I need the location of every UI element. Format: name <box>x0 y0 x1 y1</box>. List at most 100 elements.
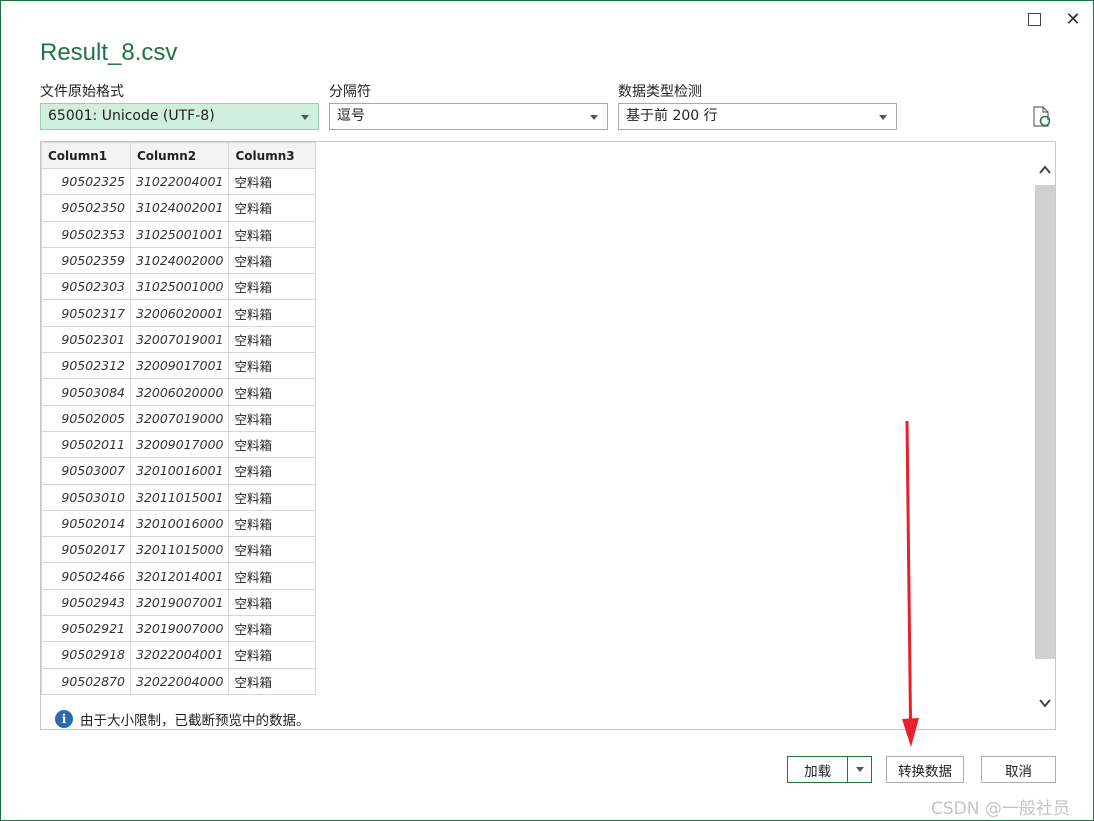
table-cell[interactable]: 空料箱 <box>228 667 317 695</box>
table-cell[interactable]: 31025001000 <box>129 273 230 301</box>
table-cell[interactable]: 32011015000 <box>129 536 230 564</box>
table-row: 90502005 32007019000 空料箱 <box>41 404 317 432</box>
table-cell[interactable]: 空料箱 <box>228 430 317 459</box>
table-cell[interactable]: 90502301 <box>41 325 131 354</box>
table-row: 90503007 32010016001 空料箱 <box>41 457 317 485</box>
table-cell[interactable]: 32009017000 <box>129 430 230 459</box>
chevron-down-icon <box>879 115 887 120</box>
vertical-scrollbar[interactable] <box>1035 159 1055 714</box>
table-cell[interactable]: 32007019001 <box>129 325 230 354</box>
maximize-icon <box>1027 12 1041 26</box>
table-cell[interactable]: 31024002000 <box>129 246 230 275</box>
table-cell[interactable]: 空料箱 <box>228 483 317 511</box>
table-cell[interactable]: 空料箱 <box>228 457 317 485</box>
table-row: 90502870 32022004000 空料箱 <box>41 667 317 695</box>
table-cell[interactable]: 90502303 <box>41 273 131 301</box>
table-cell[interactable]: 空料箱 <box>228 352 317 380</box>
column-header[interactable]: Column2 <box>129 142 230 169</box>
header-row: Column1 Column2 Column3 <box>41 142 317 169</box>
table-cell[interactable]: 90502014 <box>41 509 131 538</box>
delimiter-value: 逗号 <box>337 108 365 124</box>
chevron-up-icon[interactable] <box>1038 163 1052 177</box>
table-cell[interactable]: 空料箱 <box>228 641 317 669</box>
table-cell[interactable]: 90502011 <box>41 430 131 459</box>
table-cell[interactable]: 空料箱 <box>228 588 317 617</box>
type-detection-value: 基于前 200 行 <box>626 108 718 124</box>
table-cell[interactable]: 90502359 <box>41 246 131 275</box>
table-row: 90503010 32011015001 空料箱 <box>41 483 317 511</box>
delimiter-dropdown[interactable]: 逗号 <box>329 103 608 130</box>
table-row: 90502011 32009017000 空料箱 <box>41 430 317 459</box>
load-button[interactable]: 加载 <box>787 756 872 783</box>
import-dialog: ✕ Result_8.csv 文件原始格式 65001: Unicode (UT… <box>0 0 1094 821</box>
table-cell[interactable]: 32012014001 <box>129 562 230 590</box>
table-cell[interactable]: 空料箱 <box>228 615 317 643</box>
table-cell[interactable]: 90502005 <box>41 404 131 432</box>
table-cell[interactable]: 90502921 <box>41 615 131 643</box>
table-cell[interactable]: 32010016000 <box>129 509 230 538</box>
chevron-down-icon[interactable] <box>1038 696 1052 710</box>
table-cell[interactable]: 31022004001 <box>129 167 230 196</box>
table-cell[interactable]: 32019007001 <box>129 588 230 617</box>
table-cell[interactable]: 90502312 <box>41 352 131 380</box>
table-cell[interactable]: 空料箱 <box>228 404 317 432</box>
watermark: CSDN @一般社员 <box>931 799 1070 819</box>
table-cell[interactable]: 90503007 <box>41 457 131 485</box>
table-cell[interactable]: 32010016001 <box>129 457 230 485</box>
refresh-file-icon[interactable] <box>1032 106 1052 128</box>
table-cell[interactable]: 空料箱 <box>228 273 317 301</box>
table-row: 90502943 32019007001 空料箱 <box>41 588 317 617</box>
table-row: 90502353 31025001001 空料箱 <box>41 220 317 248</box>
table-row: 90502301 32007019001 空料箱 <box>41 325 317 354</box>
table-cell[interactable]: 32007019000 <box>129 404 230 432</box>
column-header[interactable]: Column1 <box>41 142 131 169</box>
close-icon: ✕ <box>1065 8 1081 30</box>
table-row: 90502312 32009017001 空料箱 <box>41 352 317 380</box>
table-cell[interactable]: 空料箱 <box>228 299 317 327</box>
table-cell[interactable]: 空料箱 <box>228 194 317 222</box>
table-cell[interactable]: 32006020001 <box>129 299 230 327</box>
table-row: 90502303 31025001000 空料箱 <box>41 273 317 301</box>
table-cell[interactable]: 空料箱 <box>228 325 317 354</box>
table-cell[interactable]: 90503084 <box>41 378 131 406</box>
maximize-button[interactable] <box>1019 7 1049 31</box>
dialog-title: Result_8.csv <box>40 39 178 66</box>
chevron-down-icon <box>590 115 598 120</box>
type-detection-dropdown[interactable]: 基于前 200 行 <box>618 103 897 130</box>
scrollbar-thumb[interactable] <box>1035 185 1055 659</box>
table-row: 90502359 31024002000 空料箱 <box>41 246 317 275</box>
table-cell[interactable]: 90502325 <box>41 167 131 196</box>
chevron-down-icon <box>855 767 864 772</box>
file-origin-dropdown[interactable]: 65001: Unicode (UTF-8) <box>40 103 319 130</box>
table-cell[interactable]: 32019007000 <box>129 615 230 643</box>
truncation-notice: i 由于大小限制，已截断预览中的数据。 <box>55 709 310 729</box>
table-cell[interactable]: 90502918 <box>41 641 131 669</box>
table-cell[interactable]: 32022004000 <box>129 667 230 695</box>
table-cell[interactable]: 空料箱 <box>228 246 317 275</box>
table-cell[interactable]: 空料箱 <box>228 378 317 406</box>
table-cell[interactable]: 90502317 <box>41 299 131 327</box>
column-header[interactable]: Column3 <box>228 142 317 169</box>
table-cell[interactable]: 90502466 <box>41 562 131 590</box>
table-cell[interactable]: 90502017 <box>41 536 131 564</box>
table-cell[interactable]: 90502870 <box>41 667 131 695</box>
table-cell[interactable]: 90503010 <box>41 483 131 511</box>
table-cell[interactable]: 32006020000 <box>129 378 230 406</box>
table-cell[interactable]: 90502350 <box>41 194 131 222</box>
close-button[interactable]: ✕ <box>1058 7 1088 31</box>
table-cell[interactable]: 空料箱 <box>228 562 317 590</box>
table-cell[interactable]: 90502943 <box>41 588 131 617</box>
table-cell[interactable]: 31025001001 <box>129 220 230 248</box>
table-cell[interactable]: 空料箱 <box>228 167 317 196</box>
load-options-toggle[interactable] <box>847 757 871 782</box>
transform-data-button[interactable]: 转换数据 <box>886 756 964 783</box>
table-cell[interactable]: 31024002001 <box>129 194 230 222</box>
table-cell[interactable]: 32022004001 <box>129 641 230 669</box>
table-cell[interactable]: 空料箱 <box>228 220 317 248</box>
table-cell[interactable]: 空料箱 <box>228 536 317 564</box>
cancel-button[interactable]: 取消 <box>981 756 1056 783</box>
table-cell[interactable]: 32009017001 <box>129 352 230 380</box>
table-cell[interactable]: 32011015001 <box>129 483 230 511</box>
table-cell[interactable]: 空料箱 <box>228 509 317 538</box>
table-cell[interactable]: 90502353 <box>41 220 131 248</box>
